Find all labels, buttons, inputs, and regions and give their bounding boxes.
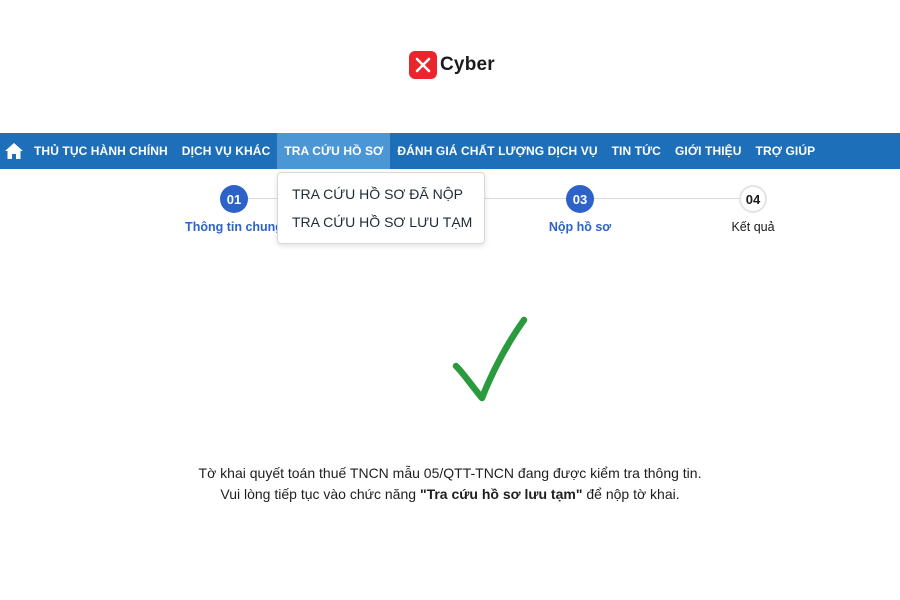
menu-item-tra-cuu-da-nop[interactable]: TRA CỨU HỒ SƠ ĐÃ NỘP — [292, 186, 463, 202]
result-message-suffix: để nộp tờ khai. — [582, 486, 680, 502]
nav-item-tin-tuc[interactable]: TIN TỨC — [605, 133, 668, 169]
x-mark-logo-icon — [409, 51, 437, 79]
brand-name: Cyber — [440, 54, 495, 75]
step-01-label: Thông tin chung — [185, 220, 283, 234]
result-message: Tờ khai quyết toán thuế TNCN mẫu 05/QTT-… — [0, 463, 900, 505]
result-message-prefix: Vui lòng tiếp tục vào chức năng — [220, 486, 420, 502]
checkmark-icon — [452, 316, 528, 402]
result-message-line1: Tờ khai quyết toán thuế TNCN mẫu 05/QTT-… — [198, 465, 702, 481]
menu-item-tra-cuu-luu-tam[interactable]: TRA CỨU HỒ SƠ LƯU TẠM — [292, 214, 472, 230]
nav-item-tro-giup[interactable]: TRỢ GIÚP — [749, 133, 823, 169]
result-message-line2: Vui lòng tiếp tục vào chức năng "Tra cứu… — [0, 484, 900, 505]
result-message-link-name: "Tra cứu hồ sơ lưu tạm" — [419, 486, 583, 502]
step-03-circle: 03 — [566, 185, 594, 213]
nav-item-tra-cuu-ho-so[interactable]: TRA CỨU HỒ SƠ — [277, 133, 391, 169]
brand-logo[interactable]: Cyber — [409, 51, 495, 79]
home-icon — [4, 143, 23, 159]
tra-cuu-dropdown-menu: TRA CỨU HỒ SƠ ĐÃ NỘP TRA CỨU HỒ SƠ LƯU T… — [277, 172, 485, 244]
step-04-label: Kết quả — [731, 220, 775, 234]
stepper-connector — [594, 198, 740, 199]
step-03-label: Nộp hồ sơ — [548, 220, 612, 234]
step-01-circle: 01 — [220, 185, 248, 213]
step-04-circle: 04 — [739, 185, 767, 213]
nav-item-thu-tuc-hanh-chinh[interactable]: THỦ TỤC HÀNH CHÍNH — [27, 133, 175, 169]
nav-item-dich-vu-khac[interactable]: DỊCH VỤ KHÁC — [175, 133, 278, 169]
nav-item-danh-gia-chat-luong[interactable]: ĐÁNH GIÁ CHẤT LƯỢNG DỊCH VỤ — [390, 133, 604, 169]
nav-home-button[interactable] — [0, 133, 27, 169]
nav-item-gioi-thieu[interactable]: GIỚI THIỆU — [668, 133, 749, 169]
main-nav: THỦ TỤC HÀNH CHÍNH DỊCH VỤ KHÁC TRA CỨU … — [0, 133, 900, 169]
